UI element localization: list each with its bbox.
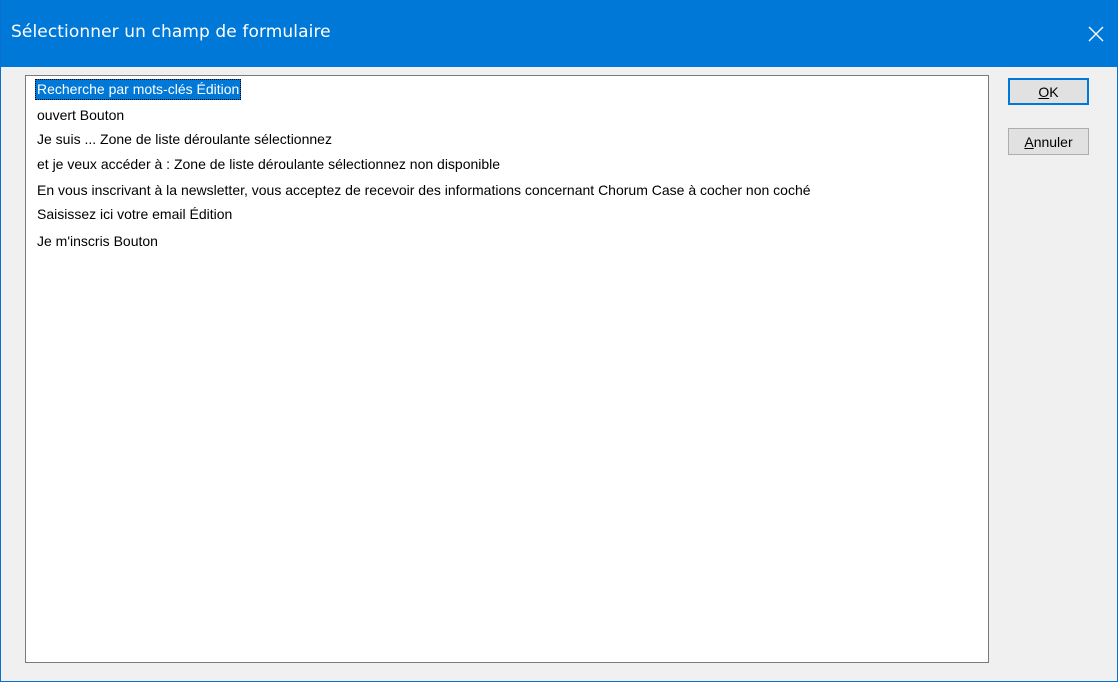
list-item[interactable]: Je m'inscris Bouton [35, 231, 160, 252]
list-item[interactable]: Recherche par mots-clés Édition [35, 79, 242, 100]
cancel-button-accel: A [1024, 133, 1034, 150]
title-bar[interactable]: Sélectionner un champ de formulaire [1, 0, 1118, 67]
form-field-list[interactable]: Recherche par mots-clés Édition ouvert B… [25, 75, 989, 663]
list-item[interactable]: En vous inscrivant à la newsletter, vous… [35, 180, 813, 201]
ok-button[interactable]: OK [1008, 78, 1089, 105]
list-item[interactable]: et je veux accéder à : Zone de liste dér… [35, 154, 502, 175]
close-button[interactable] [1073, 0, 1118, 67]
cancel-button[interactable]: Annuler [1008, 128, 1089, 155]
close-icon [1088, 26, 1104, 42]
list-item[interactable]: Saisissez ici votre email Édition [35, 204, 234, 225]
cancel-button-label: nnuler [1033, 133, 1073, 150]
list-item[interactable]: Je suis ... Zone de liste déroulante sél… [35, 129, 334, 150]
select-form-field-dialog: Sélectionner un champ de formulaire Rech… [0, 0, 1118, 682]
dialog-title: Sélectionner un champ de formulaire [11, 22, 331, 42]
list-item[interactable]: ouvert Bouton [35, 105, 126, 126]
ok-button-accel: O [1038, 83, 1050, 100]
ok-button-label: K [1049, 83, 1059, 100]
